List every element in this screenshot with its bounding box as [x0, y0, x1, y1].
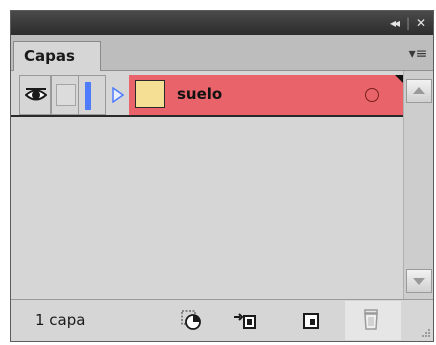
new-layer-icon[interactable]: [299, 308, 325, 334]
scroll-up-button[interactable]: [406, 79, 432, 103]
panel-menu-icon[interactable]: ▾≡: [407, 45, 429, 63]
clipping-mask-icon[interactable]: [179, 308, 205, 334]
titlebar-separator: |: [405, 16, 411, 30]
layer-body[interactable]: suelo: [129, 75, 403, 115]
layer-color-cell: [79, 75, 105, 115]
layers-list: suelo: [11, 71, 403, 299]
layer-row[interactable]: suelo: [11, 75, 403, 117]
panel-tabbar: Capas ▾≡: [11, 35, 433, 71]
expand-triangle-icon: [112, 86, 125, 107]
panel-titlebar: ◂◂ | ✕: [11, 11, 433, 35]
trash-button-area[interactable]: [345, 301, 401, 340]
layers-panel: ◂◂ | ✕ Capas ▾≡ suelo 1 capa: [10, 10, 434, 342]
new-sublayer-icon[interactable]: [233, 308, 259, 334]
scroll-down-button[interactable]: [406, 269, 432, 293]
close-panel-icon[interactable]: ✕: [413, 15, 429, 31]
target-circle-icon[interactable]: [365, 88, 379, 102]
layer-name[interactable]: suelo: [177, 75, 222, 115]
arrow-up-icon: [413, 87, 425, 94]
vertical-scrollbar[interactable]: [403, 71, 433, 299]
lock-toggle[interactable]: [51, 75, 79, 115]
resize-grip-icon[interactable]: [417, 325, 431, 339]
selection-corner-icon: [395, 75, 403, 83]
trash-icon[interactable]: [359, 307, 385, 333]
layer-thumbnail: [135, 80, 165, 108]
layer-color-bar: [85, 82, 91, 110]
expand-toggle[interactable]: [105, 75, 129, 115]
lock-box: [56, 84, 76, 106]
panel-footer: 1 capa: [11, 299, 433, 341]
arrow-down-icon: [413, 278, 425, 285]
tab-capas[interactable]: Capas: [13, 41, 101, 71]
eye-icon: [24, 86, 48, 108]
visibility-toggle[interactable]: [19, 75, 51, 115]
layer-count: 1 capa: [35, 311, 86, 329]
collapse-panel-icon[interactable]: ◂◂: [385, 15, 403, 31]
